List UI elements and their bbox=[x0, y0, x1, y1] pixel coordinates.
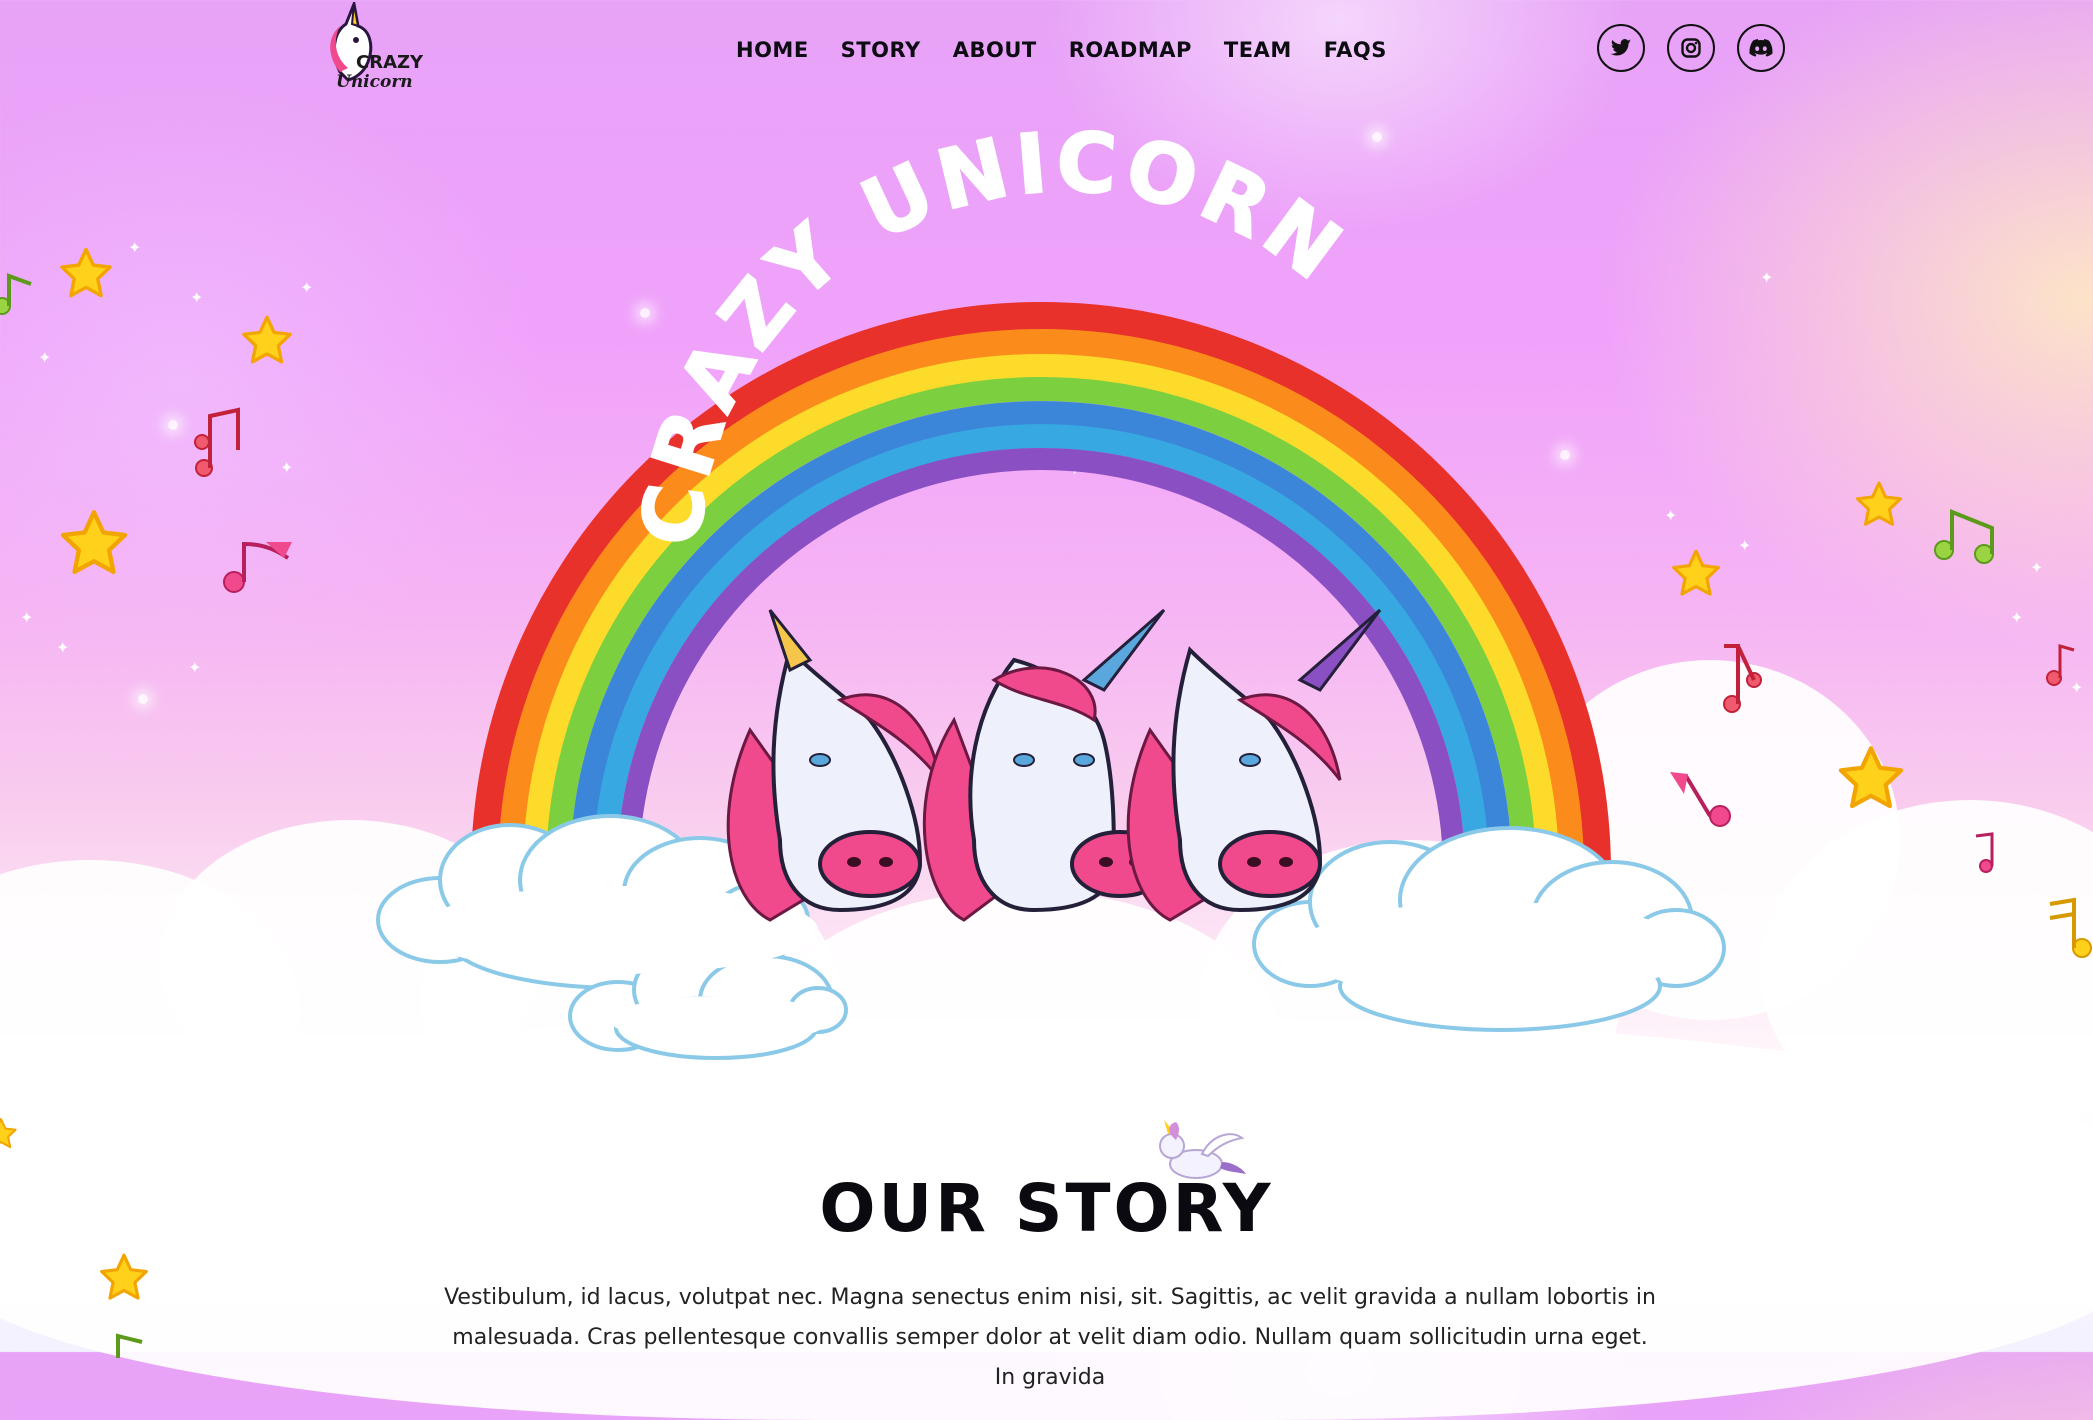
unicorn-head-left bbox=[726, 609, 942, 922]
unicorn-head-center bbox=[922, 608, 1170, 922]
hero-rainbow-illustration: CRAZY UNICORN bbox=[376, 114, 1726, 1060]
story-section-text: Vestibulum, id lacus, volutpat nec. Magn… bbox=[444, 1285, 1656, 1390]
story-section-title: OUR STORY bbox=[819, 1170, 1274, 1247]
